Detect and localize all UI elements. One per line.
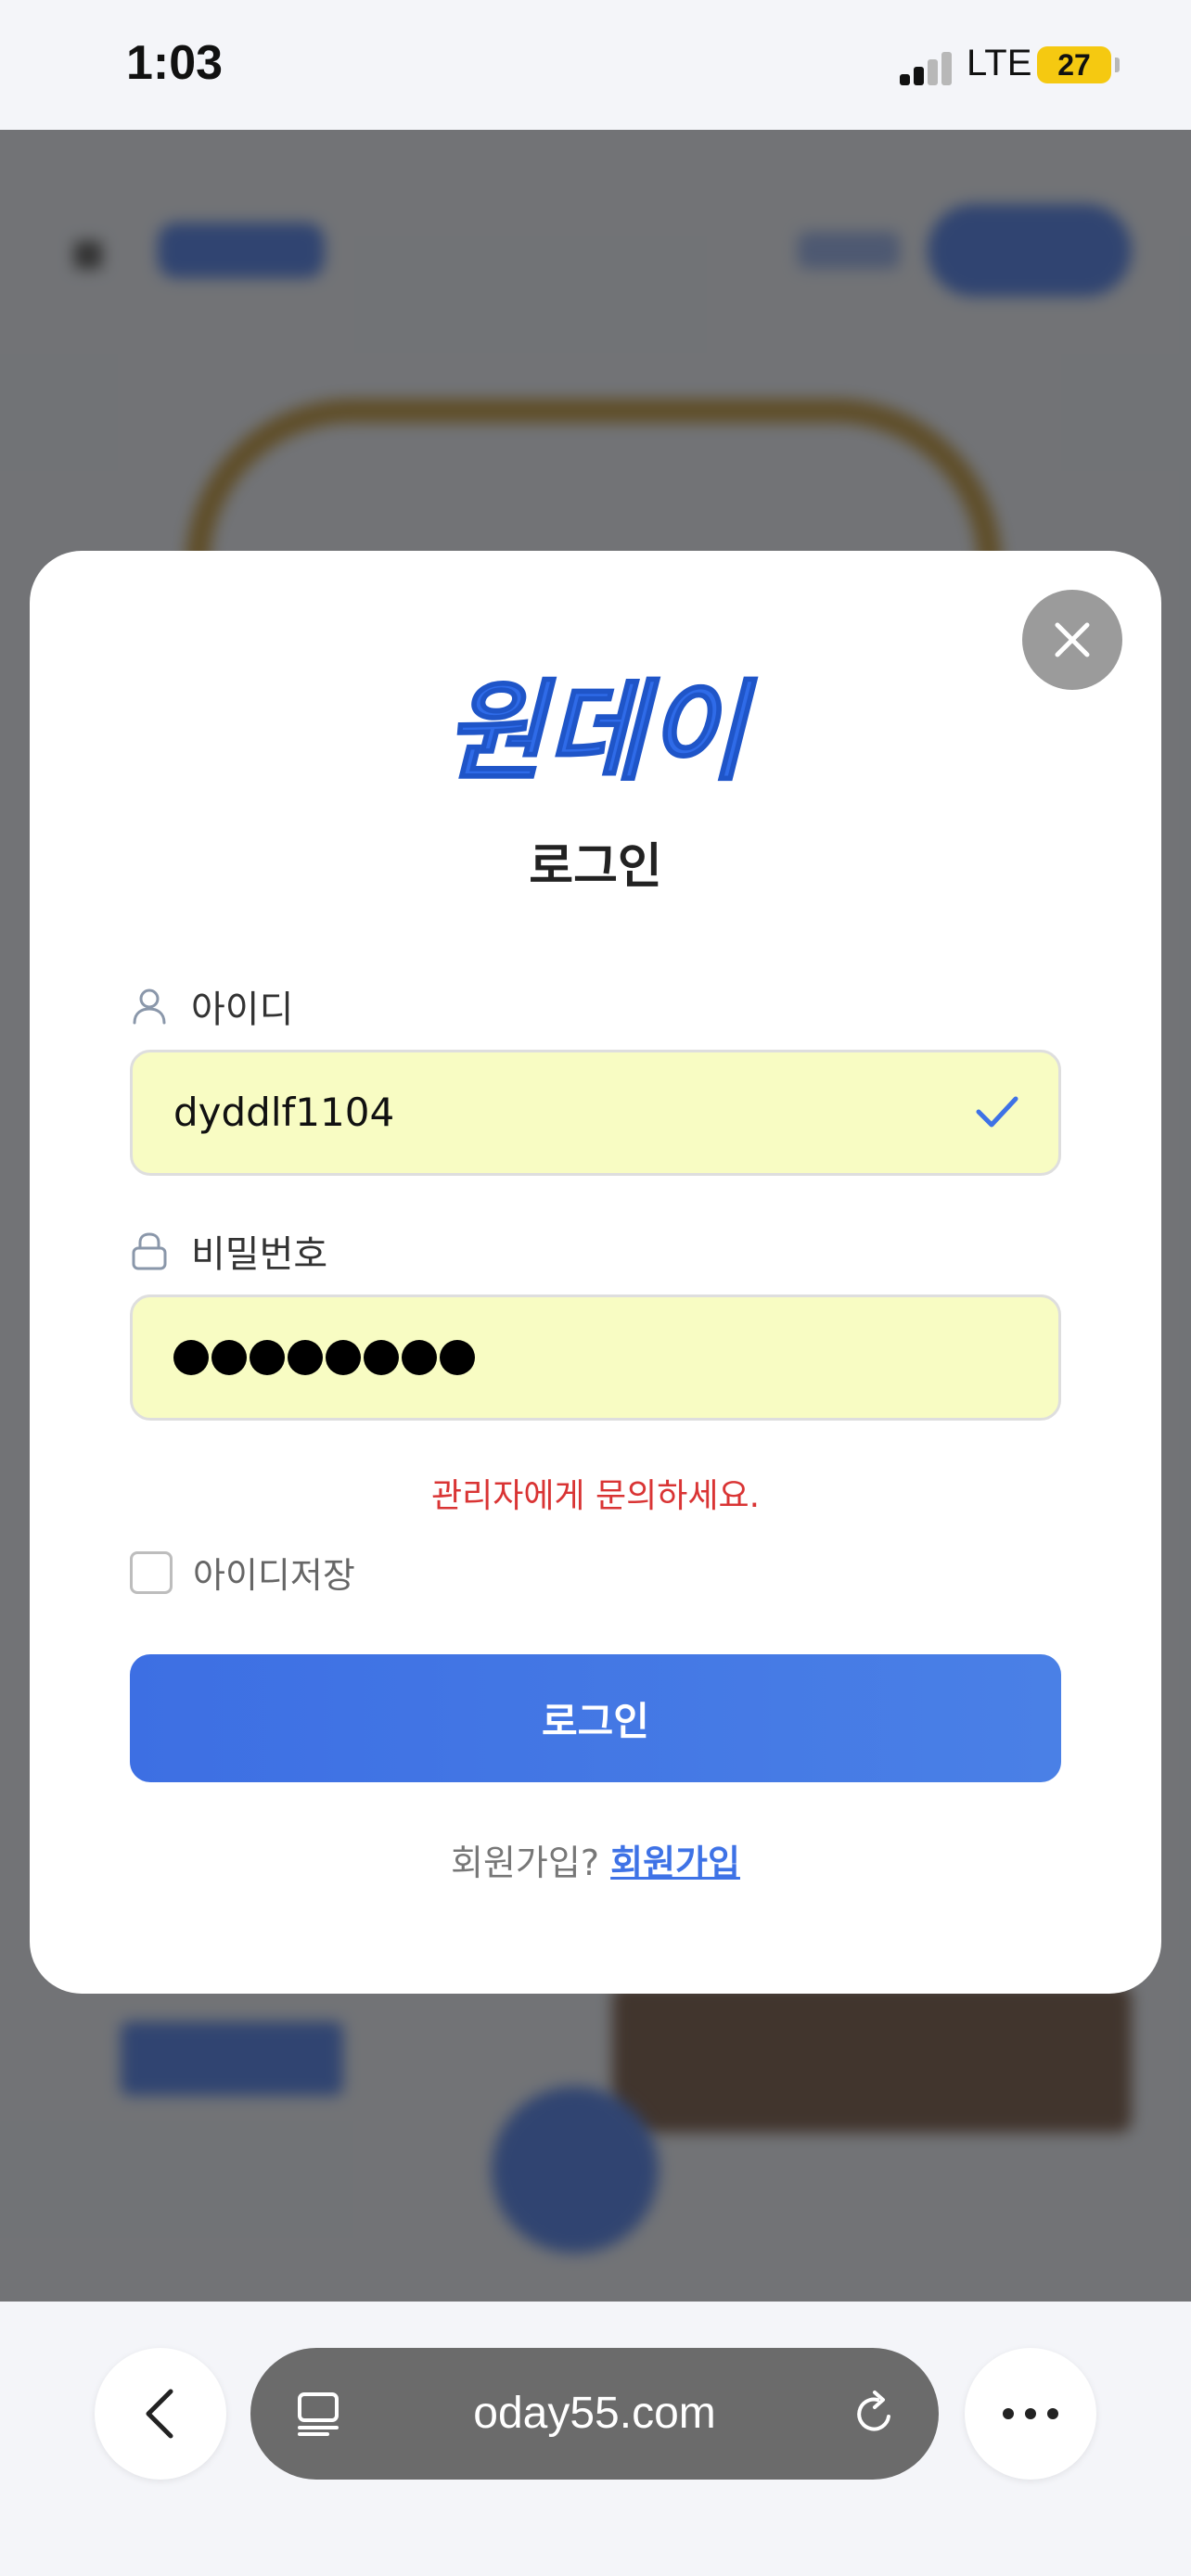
status-time: 1:03 xyxy=(126,36,224,90)
signup-prompt: 회원가입? xyxy=(451,1843,600,1883)
error-message: 관리자에게 문의하세요. xyxy=(430,1477,761,1515)
login-button[interactable]: 로그인 xyxy=(130,1654,1061,1782)
id-input[interactable]: dyddlf1104 xyxy=(130,1050,1061,1176)
remember-id-row[interactable]: 아이디저장 xyxy=(130,1547,355,1598)
reload-icon[interactable] xyxy=(850,2389,900,2439)
remember-id-label[interactable]: 아이디저장 xyxy=(193,1547,355,1598)
checkmark-icon xyxy=(976,1096,1018,1128)
site-logo: 원데이 xyxy=(408,660,783,797)
id-label: 아이디 xyxy=(191,988,294,1031)
chevron-left-icon xyxy=(146,2389,173,2439)
ellipsis-icon xyxy=(1003,2408,1058,2419)
remember-id-checkbox[interactable] xyxy=(130,1550,173,1594)
id-label-row: 아이디 xyxy=(130,979,293,1033)
close-button[interactable] xyxy=(1022,590,1122,690)
more-button[interactable] xyxy=(965,2348,1096,2480)
logo-text: 원데이 xyxy=(444,668,757,796)
battery-icon: 27 xyxy=(1037,46,1111,83)
back-button[interactable] xyxy=(95,2348,226,2480)
network-type: LTE xyxy=(967,43,1032,83)
battery-cap xyxy=(1115,57,1120,72)
signup-row: 회원가입? 회원가입 xyxy=(0,1834,1191,1885)
id-input-value: dyddlf1104 xyxy=(173,1090,395,1135)
close-icon xyxy=(1055,622,1090,657)
password-label: 비밀번호 xyxy=(191,1233,328,1276)
password-label-row: 비밀번호 xyxy=(130,1224,327,1278)
signup-link[interactable]: 회원가입 xyxy=(610,1843,740,1883)
lock-icon xyxy=(132,1232,167,1270)
modal-title: 로그인 xyxy=(529,839,662,895)
user-icon xyxy=(133,988,166,1025)
url-text: oday55.com xyxy=(473,2389,716,2438)
password-input[interactable]: ●●●●●●●● xyxy=(130,1294,1061,1421)
signal-strength-icon xyxy=(900,50,955,85)
status-bar: 1:03 LTE 27 xyxy=(0,0,1191,130)
password-dots xyxy=(173,1297,475,1418)
address-bar[interactable]: oday55.com xyxy=(250,2348,939,2480)
